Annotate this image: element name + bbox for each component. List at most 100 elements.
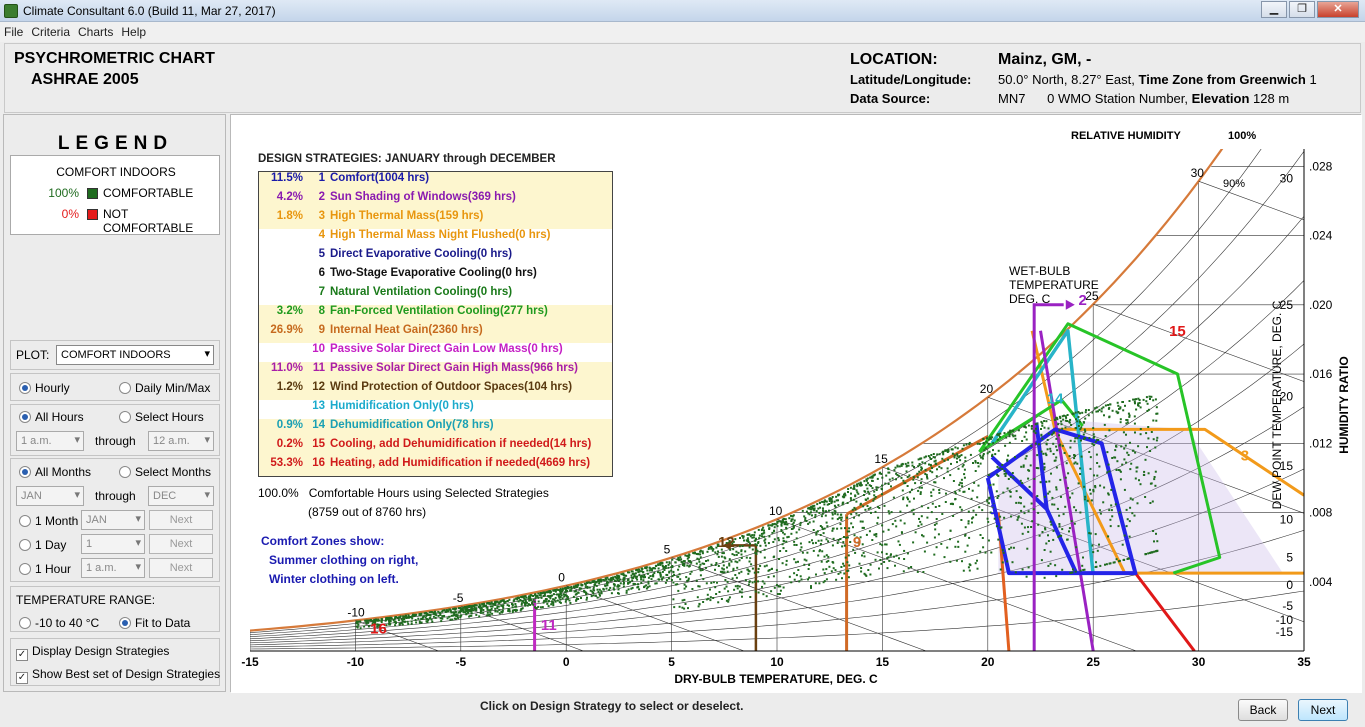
one-month-radio[interactable]: 1 Month — [19, 514, 78, 528]
data-point — [986, 437, 988, 440]
strategy-row-11[interactable]: 11.0% 11 Passive Solar Direct Gain High Ma… — [259, 362, 612, 381]
zone-label: 9 — [853, 534, 861, 551]
data-point — [1046, 439, 1049, 441]
strategy-row-16[interactable]: 53.3% 16 Heating, add Humidification if ne… — [259, 457, 612, 476]
range-fit-radio[interactable]: Fit to Data — [119, 616, 190, 630]
data-point — [606, 584, 609, 587]
hour-from-dropdown[interactable]: 1 a.m. — [16, 431, 84, 451]
strategy-row-5[interactable]: 5 Direct Evaporative Cooling(0 hrs) — [259, 248, 612, 267]
strategy-row-15[interactable]: 0.2% 15 Cooling, add Dehumidification if n… — [259, 438, 612, 457]
data-point — [808, 564, 811, 566]
strategy-row-12[interactable]: 1.2% 12 Wind Protection of Outdoor Spaces(… — [259, 381, 612, 400]
month-from-dropdown[interactable]: JAN — [16, 486, 84, 506]
strategy-row-13[interactable]: 13 Humidification Only(0 hrs) — [259, 400, 612, 419]
strategy-row-2[interactable]: 4.2% 2 Sun Shading of Windows(369 hrs) — [259, 191, 612, 210]
one-hour-dropdown[interactable]: 1 a.m. — [81, 558, 145, 578]
strategy-row-7[interactable]: 7 Natural Ventilation Cooling(0 hrs) — [259, 286, 612, 305]
range-fit-dot[interactable] — [119, 617, 131, 629]
minimize-button[interactable]: ▁ — [1261, 1, 1287, 18]
range-fixed-dot[interactable] — [19, 617, 31, 629]
plot-dropdown[interactable]: COMFORT INDOORS — [56, 345, 214, 365]
one-day-dot[interactable] — [19, 539, 31, 551]
month-to-dropdown[interactable]: DEC — [148, 486, 214, 506]
data-point — [808, 507, 811, 509]
data-point — [907, 461, 910, 464]
select-months-dot[interactable] — [119, 466, 131, 478]
hourly-radio-dot[interactable] — [19, 382, 31, 394]
menu-help[interactable]: Help — [121, 25, 146, 39]
data-point — [1084, 430, 1087, 433]
show-best-check[interactable]: ✓ — [16, 672, 28, 684]
select-months-radio[interactable]: Select Months — [119, 465, 211, 479]
select-hours-radio[interactable]: Select Hours — [119, 410, 204, 424]
data-point — [1062, 513, 1065, 516]
back-button[interactable]: Back — [1238, 699, 1288, 721]
data-point — [636, 568, 639, 571]
data-point — [883, 561, 886, 563]
one-hour-radio[interactable]: 1 Hour — [19, 562, 71, 576]
all-hours-dot[interactable] — [19, 411, 31, 423]
daily-radio[interactable]: Daily Min/Max — [119, 381, 210, 395]
one-hour-dot[interactable] — [19, 563, 31, 575]
data-point — [954, 446, 957, 449]
all-months-radio[interactable]: All Months — [19, 465, 91, 479]
next-hour-button[interactable]: Next — [149, 558, 213, 578]
data-point — [710, 563, 713, 566]
hour-to-dropdown[interactable]: 12 a.m. — [148, 431, 214, 451]
data-point — [426, 613, 429, 616]
data-point — [968, 487, 970, 490]
data-point — [825, 538, 828, 541]
all-hours-radio[interactable]: All Hours — [19, 410, 84, 424]
display-strategies-checkbox[interactable]: ✓ Display Design Strategies — [16, 644, 169, 661]
data-point — [920, 515, 923, 518]
strategy-row-6[interactable]: 6 Two-Stage Evaporative Cooling(0 hrs) — [259, 267, 612, 286]
data-point — [452, 614, 454, 617]
show-best-checkbox[interactable]: ✓ Show Best set of Design Strategies — [16, 667, 220, 684]
data-point — [561, 597, 564, 600]
data-point — [1084, 411, 1087, 414]
data-point — [1083, 437, 1085, 440]
next-month-button[interactable]: Next — [149, 510, 213, 530]
close-button[interactable]: ✕ — [1317, 1, 1359, 18]
one-day-dropdown[interactable]: 1 — [81, 534, 145, 554]
hourly-radio[interactable]: Hourly — [19, 381, 70, 395]
data-point — [564, 600, 567, 603]
strategy-row-1[interactable]: 11.5% 1 Comfort(1004 hrs) — [259, 172, 612, 191]
data-point — [960, 508, 963, 511]
maximize-button[interactable]: ❐ — [1289, 1, 1315, 18]
strategy-label: Natural Ventilation Cooling(0 hrs) — [330, 286, 513, 298]
select-hours-dot[interactable] — [119, 411, 131, 423]
data-point — [1115, 558, 1118, 561]
one-month-dot[interactable] — [19, 515, 31, 527]
menu-charts[interactable]: Charts — [78, 25, 113, 39]
next-day-button[interactable]: Next — [149, 534, 213, 554]
strategy-row-9[interactable]: 26.9% 9 Internal Heat Gain(2360 hrs) — [259, 324, 612, 343]
data-point — [698, 566, 701, 569]
daily-radio-dot[interactable] — [119, 382, 131, 394]
menu-criteria[interactable]: Criteria — [31, 25, 70, 39]
next-button[interactable]: Next — [1298, 699, 1348, 721]
data-point — [653, 572, 656, 574]
menu-file[interactable]: File — [4, 25, 23, 39]
strategy-row-3[interactable]: 1.8% 3 High Thermal Mass(159 hrs) — [259, 210, 612, 229]
one-day-radio[interactable]: 1 Day — [19, 538, 66, 552]
data-point — [775, 569, 778, 572]
data-point — [359, 620, 362, 623]
display-strategies-check[interactable]: ✓ — [16, 649, 28, 661]
strategy-row-8[interactable]: 3.2% 8 Fan-Forced Ventilation Cooling(277 … — [259, 305, 612, 324]
strategy-row-14[interactable]: 0.9% 14 Dehumidification Only(78 hrs) — [259, 419, 612, 438]
one-month-dropdown[interactable]: JAN — [81, 510, 145, 530]
data-point — [779, 520, 782, 523]
data-point — [594, 594, 597, 597]
data-point — [1092, 551, 1095, 554]
range-fixed-radio[interactable]: -10 to 40 °C — [19, 616, 99, 630]
data-point — [946, 467, 949, 470]
data-point — [982, 453, 985, 455]
strategy-row-4[interactable]: 4 High Thermal Mass Night Flushed(0 hrs) — [259, 229, 612, 248]
strategies-heading: DESIGN STRATEGIES: JANUARY through DECEM… — [258, 153, 556, 165]
strategy-row-10[interactable]: 10 Passive Solar Direct Gain Low Mass(0 h… — [259, 343, 612, 362]
data-point — [1053, 503, 1056, 506]
data-point — [522, 596, 525, 599]
data-point — [946, 470, 949, 473]
all-months-dot[interactable] — [19, 466, 31, 478]
